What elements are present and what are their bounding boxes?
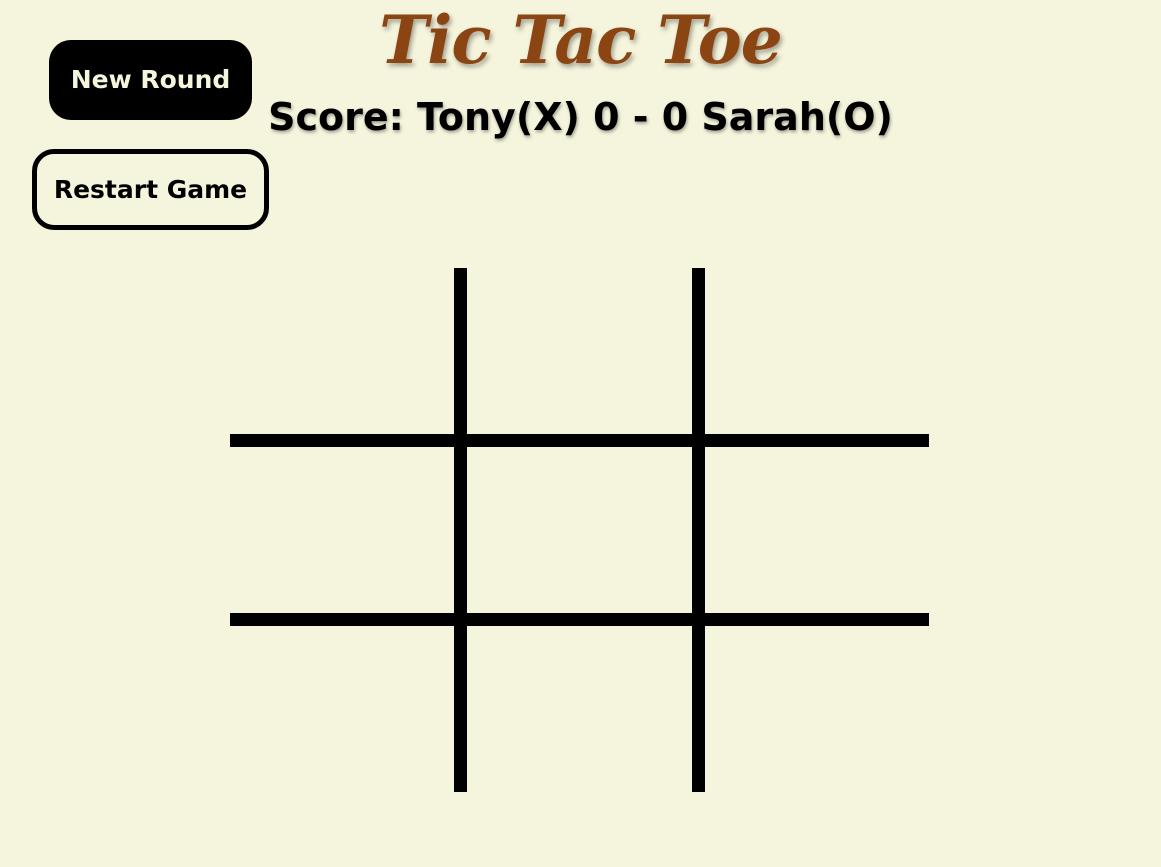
- grid-line-vertical: [454, 268, 467, 792]
- board-cell-8[interactable]: [467, 626, 692, 792]
- board-cell-3[interactable]: [705, 268, 929, 434]
- score-display: Score: Tony(X) 0 - 0 Sarah(O): [268, 95, 893, 139]
- board-cell-6[interactable]: [705, 447, 929, 613]
- board-cell-9[interactable]: [705, 626, 929, 792]
- board-cell-5[interactable]: [467, 447, 692, 613]
- game-board: [230, 268, 929, 792]
- grid-line-vertical: [692, 268, 705, 792]
- restart-game-button[interactable]: Restart Game: [32, 149, 269, 230]
- grid-line-horizontal: [230, 613, 929, 626]
- board-cell-1[interactable]: [230, 268, 454, 434]
- grid-line-horizontal: [230, 434, 929, 447]
- board-cell-2[interactable]: [467, 268, 692, 434]
- board-cell-7[interactable]: [230, 626, 454, 792]
- board-cell-4[interactable]: [230, 447, 454, 613]
